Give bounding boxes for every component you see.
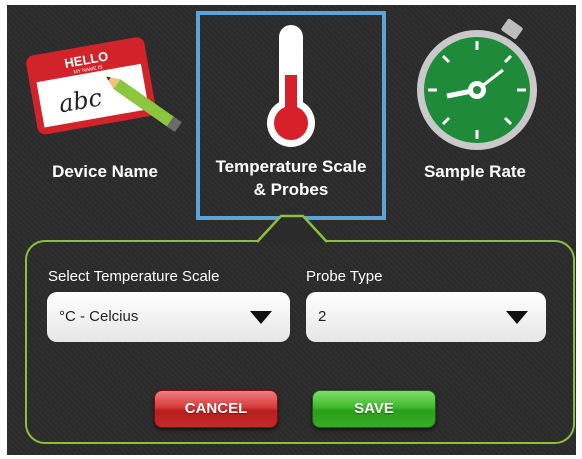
chevron-down-icon	[506, 311, 528, 324]
thermometer-icon	[267, 25, 315, 147]
tab-label: Temperature Scale & Probes	[200, 155, 382, 201]
tab-temperature-scale-probes[interactable]: Temperature Scale & Probes	[196, 11, 386, 220]
tab-label: Sample Rate	[423, 162, 527, 181]
temperature-scale-select[interactable]: °C - Celcius	[47, 292, 290, 342]
panel-pointer	[257, 214, 327, 243]
select-value: 2	[318, 308, 327, 325]
cancel-button[interactable]: CANCEL	[154, 390, 278, 428]
select-value: °C - Celcius	[59, 308, 139, 325]
tab-label-line1: Temperature Scale	[215, 157, 367, 176]
probe-type-select[interactable]: 2	[306, 292, 546, 342]
chevron-down-icon	[250, 311, 272, 324]
tab-label-line2: & Probes	[253, 180, 329, 199]
probe-type-label: Probe Type	[306, 268, 383, 285]
stopwatch-icon	[417, 18, 537, 150]
name-tag-icon: HELLO MY NAME IS abc	[26, 37, 182, 135]
tab-sample-rate[interactable]: Sample Rate	[385, 10, 565, 220]
scale-select-label: Select Temperature Scale	[48, 268, 220, 285]
tab-device-name[interactable]: HELLO MY NAME IS abc Device Name	[15, 10, 195, 220]
tab-label: Device Name	[52, 162, 158, 181]
save-button[interactable]: SAVE	[312, 390, 436, 428]
